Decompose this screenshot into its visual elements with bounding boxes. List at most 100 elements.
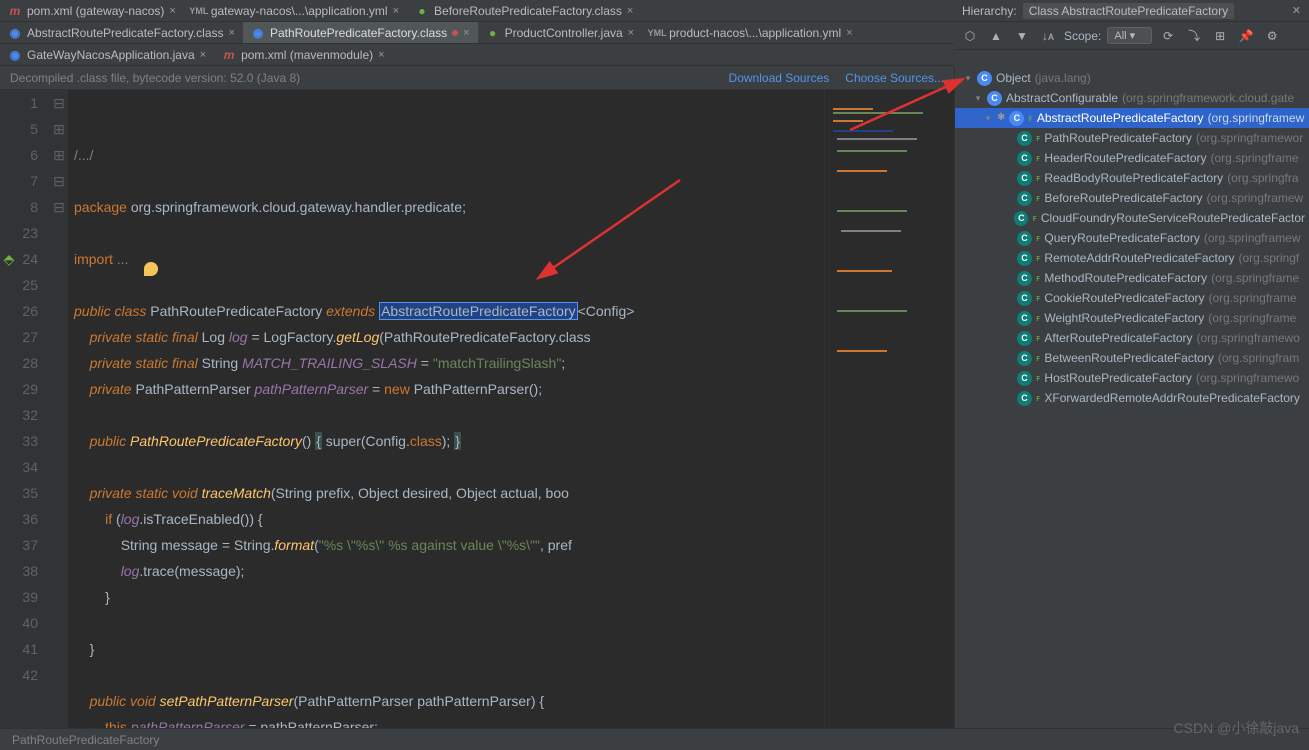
tab-beforeroutepredicatefactory-class[interactable]: ●BeforeRoutePredicateFactory.class× — [407, 0, 641, 21]
tree-item-HeaderRoutePredicateFactory[interactable]: CꜰHeaderRoutePredicateFactory (org.sprin… — [955, 148, 1309, 168]
supertypes-icon[interactable]: ▲ — [986, 26, 1006, 46]
sort-icon[interactable]: ↓ᴀ — [1038, 26, 1058, 46]
final-icon: ꜰ — [1036, 148, 1040, 168]
class-icon: C — [1017, 391, 1032, 406]
tree-item-WeightRoutePredicateFactory[interactable]: CꜰWeightRoutePredicateFactory (org.sprin… — [955, 308, 1309, 328]
highlighted-superclass: AbstractRoutePredicateFactory — [379, 302, 578, 320]
class-icon: C — [1017, 191, 1032, 206]
pin-icon[interactable]: 📌 — [1236, 26, 1256, 46]
tab-pom-xml-gateway-nacos-[interactable]: mpom.xml (gateway-nacos)× — [0, 0, 184, 21]
final-icon: ꜰ — [1036, 228, 1040, 248]
class-icon: C — [1017, 291, 1032, 306]
hierarchy-header: Hierarchy: Class AbstractRoutePredicateF… — [954, 0, 1309, 22]
tree-item-Object[interactable]: ▾CObject (java.lang) — [955, 68, 1309, 88]
tree-item-CookieRoutePredicateFactory[interactable]: CꜰCookieRoutePredicateFactory (org.sprin… — [955, 288, 1309, 308]
close-icon[interactable]: ✕ — [1292, 4, 1301, 17]
class-icon: C — [977, 71, 992, 86]
choose-sources-link[interactable]: Choose Sources... — [845, 71, 944, 85]
class-icon: C — [1014, 211, 1028, 226]
tab-gatewaynacosapplication-java[interactable]: ◉GateWayNacosApplication.java× — [0, 44, 214, 65]
decompile-info-bar: Decompiled .class file, bytecode version… — [0, 66, 954, 90]
close-icon[interactable]: × — [393, 5, 399, 17]
class-hierarchy-icon[interactable]: ⬡ — [960, 26, 980, 46]
refresh-icon[interactable]: ⟳ — [1158, 26, 1178, 46]
decompile-text: Decompiled .class file, bytecode version… — [10, 71, 300, 85]
code-content[interactable]: /.../ package org.springframework.cloud.… — [68, 90, 824, 728]
expand-all-icon[interactable]: ⊞ — [1210, 26, 1230, 46]
close-icon[interactable]: × — [378, 49, 384, 61]
tree-item-BetweenRoutePredicateFactory[interactable]: CꜰBetweenRoutePredicateFactory (org.spri… — [955, 348, 1309, 368]
pin-icon — [452, 30, 458, 36]
final-icon: ꜰ — [1028, 108, 1032, 128]
tab-pathroutepredicatefactory-class[interactable]: ◉PathRoutePredicateFactory.class× — [243, 22, 478, 43]
scope-dropdown[interactable]: All ▾ — [1107, 27, 1152, 44]
class-icon: C — [1017, 331, 1032, 346]
final-icon: ꜰ — [1036, 308, 1040, 328]
final-icon: ꜰ — [1036, 348, 1040, 368]
hierarchy-toolbar: ⬡ ▲ ▼ ↓ᴀ Scope: All ▾ ⟳ ⤵ ⊞ 📌 ⚙ — [954, 22, 1309, 50]
final-icon: ꜰ — [1036, 128, 1040, 148]
scope-label: Scope: — [1064, 29, 1101, 43]
fold-column[interactable]: ⊟⊞⊞⊟⊟ — [50, 90, 68, 728]
close-icon[interactable]: × — [200, 49, 206, 61]
class-icon: C — [1017, 251, 1032, 266]
final-icon: ꜰ — [1036, 268, 1040, 288]
final-icon: ꜰ — [1036, 388, 1040, 408]
tree-item-BeforeRoutePredicateFactory[interactable]: CꜰBeforeRoutePredicateFactory (org.sprin… — [955, 188, 1309, 208]
hierarchy-panel: ▾CObject (java.lang)▾CAbstractConfigurab… — [954, 66, 1309, 728]
class-icon: C — [1017, 311, 1032, 326]
tree-item-AfterRoutePredicateFactory[interactable]: CꜰAfterRoutePredicateFactory (org.spring… — [955, 328, 1309, 348]
hierarchy-class-label: Class AbstractRoutePredicateFactory — [1023, 3, 1234, 19]
tree-item-HostRoutePredicateFactory[interactable]: CꜰHostRoutePredicateFactory (org.springf… — [955, 368, 1309, 388]
class-icon: C — [1009, 111, 1024, 126]
tab-productcontroller-java[interactable]: ●ProductController.java× — [478, 22, 643, 43]
minimap[interactable] — [824, 90, 954, 728]
final-icon: ꜰ — [1032, 208, 1036, 228]
class-icon: C — [1017, 271, 1032, 286]
line-gutter: 1567823⬘24252627282932333435363738394041… — [0, 90, 50, 728]
final-icon: ꜰ — [1036, 188, 1040, 208]
tab-gateway-nacos-application-yml[interactable]: YMLgateway-nacos\...\application.yml× — [184, 0, 407, 21]
class-icon: C — [1017, 351, 1032, 366]
autoscroll-icon[interactable]: ⤵ — [1184, 26, 1204, 46]
close-icon[interactable]: × — [628, 27, 634, 39]
tree-item-CloudFoundryRouteServiceRoutePredicateFactor[interactable]: CꜰCloudFoundryRouteServiceRoutePredicate… — [955, 208, 1309, 228]
tree-item-XForwardedRemoteAddrRoutePredicateFactory[interactable]: CꜰXForwardedRemoteAddrRoutePredicateFact… — [955, 388, 1309, 408]
class-icon: C — [1017, 371, 1032, 386]
tab-abstractroutepredicatefactory-class[interactable]: ◉AbstractRoutePredicateFactory.class× — [0, 22, 243, 43]
class-icon: C — [1017, 231, 1032, 246]
tree-item-MethodRoutePredicateFactory[interactable]: CꜰMethodRoutePredicateFactory (org.sprin… — [955, 268, 1309, 288]
tab-pom-xml-mavenmodule-[interactable]: mpom.xml (mavenmodule)× — [214, 44, 392, 65]
override-icon[interactable]: ⬘ — [2, 246, 16, 272]
tree-item-ReadBodyRoutePredicateFactory[interactable]: CꜰReadBodyRoutePredicateFactory (org.spr… — [955, 168, 1309, 188]
editor: Decompiled .class file, bytecode version… — [0, 66, 954, 728]
final-icon: ꜰ — [1036, 168, 1040, 188]
class-icon: C — [1017, 151, 1032, 166]
close-icon[interactable]: × — [229, 27, 235, 39]
tree-item-PathRoutePredicateFactory[interactable]: CꜰPathRoutePredicateFactory (org.springf… — [955, 128, 1309, 148]
class-icon: C — [987, 91, 1002, 106]
close-icon[interactable]: × — [169, 5, 175, 17]
tab-product-nacos-application-yml[interactable]: YMLproduct-nacos\...\application.yml× — [642, 22, 861, 43]
breadcrumb[interactable]: PathRoutePredicateFactory — [0, 728, 1309, 750]
watermark: CSDN @小徐敲java — [1174, 718, 1299, 738]
final-icon: ꜰ — [1036, 248, 1040, 268]
download-sources-link[interactable]: Download Sources — [729, 71, 830, 85]
close-icon[interactable]: × — [627, 5, 633, 17]
class-icon: C — [1017, 171, 1032, 186]
final-icon: ꜰ — [1036, 288, 1040, 308]
subtypes-icon[interactable]: ▼ — [1012, 26, 1032, 46]
final-icon: ꜰ — [1036, 368, 1040, 388]
close-icon[interactable]: × — [463, 27, 469, 39]
final-icon: ꜰ — [1036, 328, 1040, 348]
hierarchy-tree[interactable]: ▾CObject (java.lang)▾CAbstractConfigurab… — [955, 66, 1309, 728]
intention-bulb-icon[interactable] — [144, 262, 158, 276]
class-icon: C — [1017, 131, 1032, 146]
close-icon[interactable]: × — [846, 27, 852, 39]
hierarchy-title: Hierarchy: — [962, 4, 1017, 18]
tree-item-QueryRoutePredicateFactory[interactable]: CꜰQueryRoutePredicateFactory (org.spring… — [955, 228, 1309, 248]
tree-item-AbstractConfigurable[interactable]: ▾CAbstractConfigurable (org.springframew… — [955, 88, 1309, 108]
tree-item-AbstractRoutePredicateFactory[interactable]: ▾✱CꜰAbstractRoutePredicateFactory (org.s… — [955, 108, 1309, 128]
settings-icon[interactable]: ⚙ — [1262, 26, 1282, 46]
tree-item-RemoteAddrRoutePredicateFactory[interactable]: CꜰRemoteAddrRoutePredicateFactory (org.s… — [955, 248, 1309, 268]
